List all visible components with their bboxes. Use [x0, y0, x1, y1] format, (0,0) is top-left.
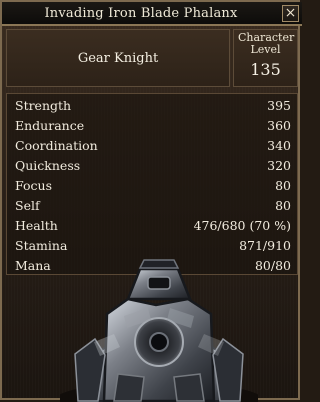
stat-value: 360 — [267, 118, 291, 133]
stat-value: 320 — [267, 158, 291, 173]
stat-label: Health — [15, 218, 58, 233]
stat-value: 476/680 (70 %) — [193, 218, 291, 233]
level-panel: Character Level 135 — [233, 29, 298, 87]
stat-label: Coordination — [15, 138, 98, 153]
name-panel: Gear Knight — [6, 29, 230, 87]
stat-label: Mana — [15, 258, 51, 273]
close-button[interactable]: × — [282, 5, 299, 22]
stat-value: 80 — [275, 178, 291, 193]
stat-row-self: Self 80 — [15, 196, 291, 216]
stat-row-quickness: Quickness 320 — [15, 156, 291, 176]
stat-label: Quickness — [15, 158, 81, 173]
stat-value: 340 — [267, 138, 291, 153]
gear-knight-portrait — [60, 259, 258, 402]
stat-label: Focus — [15, 178, 52, 193]
stat-row-focus: Focus 80 — [15, 176, 291, 196]
character-level-label: Character Level — [238, 31, 295, 56]
window-title: Invading Iron Blade Phalanx — [44, 6, 238, 21]
stat-value: 395 — [267, 98, 291, 113]
title-bar[interactable]: Invading Iron Blade Phalanx × — [2, 2, 302, 26]
stat-row-health: Health 476/680 (70 %) — [15, 216, 291, 236]
creature-appraisal-panel: Invading Iron Blade Phalanx × Gear Knigh… — [0, 0, 302, 402]
stat-row-coordination: Coordination 340 — [15, 136, 291, 156]
stat-label: Strength — [15, 98, 72, 113]
stat-row-strength: Strength 395 — [15, 96, 291, 116]
close-icon: × — [284, 5, 297, 21]
stat-value: 80 — [275, 198, 291, 213]
creature-name: Gear Knight — [77, 50, 159, 66]
stats-list: Strength 395 Endurance 360 Coordination … — [6, 93, 298, 275]
character-level-value: 135 — [250, 60, 281, 79]
stat-value: 80/80 — [254, 258, 291, 273]
stat-label: Endurance — [15, 118, 85, 133]
stat-label: Self — [15, 198, 40, 213]
stat-row-endurance: Endurance 360 — [15, 116, 291, 136]
